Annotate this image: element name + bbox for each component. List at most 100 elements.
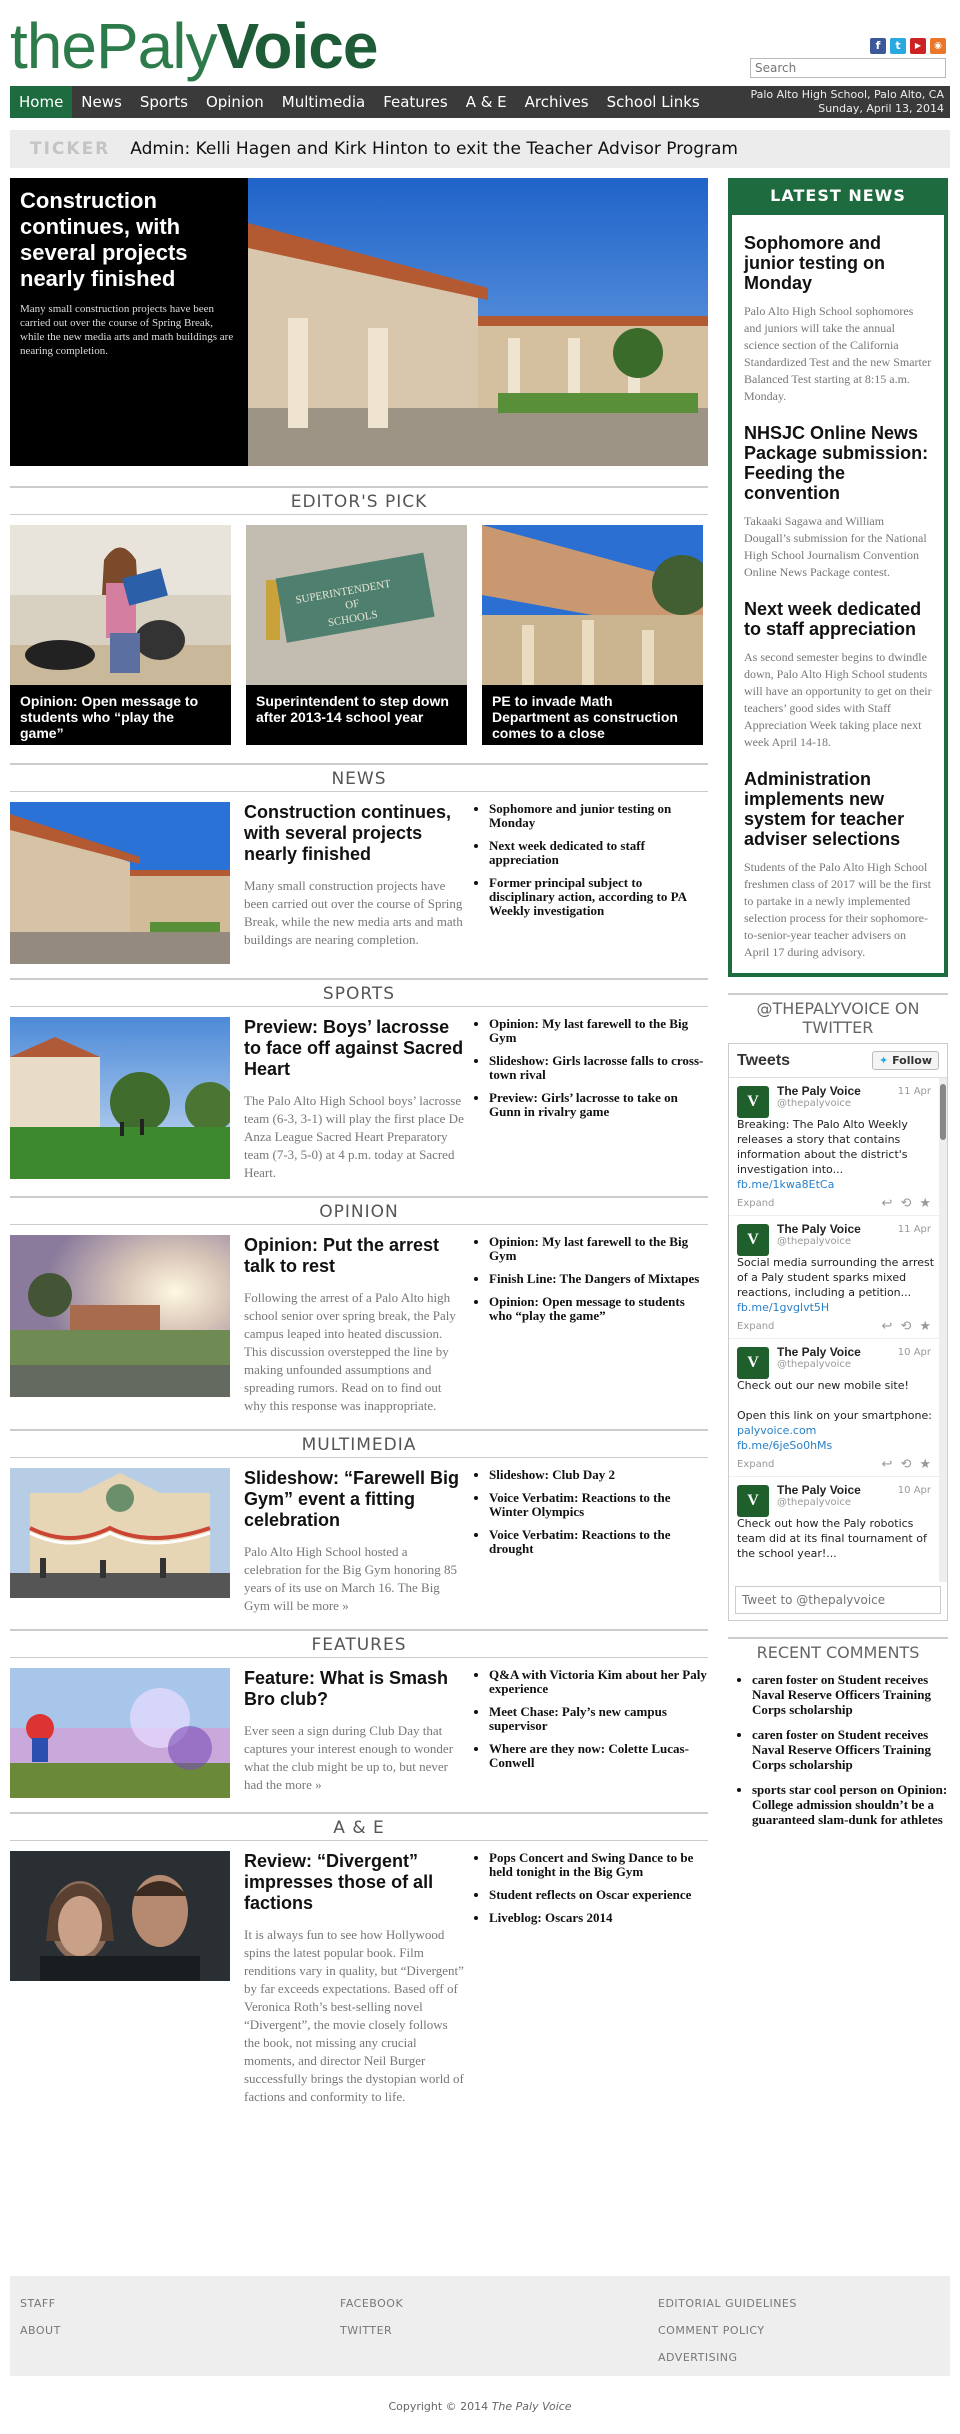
latest-news-title[interactable]: Next week dedicated to staff appreciatio… <box>744 599 932 639</box>
footer-link-about[interactable]: ABOUT <box>20 2317 61 2344</box>
list-item[interactable]: Where are they now: Colette Lucas-Conwel… <box>489 1742 708 1770</box>
list-item[interactable]: Opinion: My last farewell to the Big Gym <box>489 1235 708 1263</box>
tweet[interactable]: V The Paly Voice @thepalyvoice 10 Apr Ch… <box>729 1339 947 1477</box>
multimedia-lead-title[interactable]: Slideshow: “Farewell Big Gym” event a fi… <box>244 1468 465 1531</box>
nav-home[interactable]: Home <box>10 86 73 118</box>
tweet-date[interactable]: 11 Apr <box>898 1086 931 1097</box>
avatar[interactable]: V <box>737 1224 769 1256</box>
featured-image[interactable] <box>248 178 708 466</box>
opinion-lead-summary: Following the arrest of a Palo Alto high… <box>244 1290 456 1413</box>
nav-sports[interactable]: Sports <box>131 86 197 118</box>
youtube-icon[interactable]: ▶ <box>910 38 926 54</box>
footer-link-staff[interactable]: STAFF <box>20 2290 61 2317</box>
footer-link-comment-policy[interactable]: COMMENT POLICY <box>658 2317 797 2344</box>
tweet-handle: @thepalyvoice <box>777 1098 852 1109</box>
tweet-date[interactable]: 11 Apr <box>898 1224 931 1235</box>
opinion-lead: Opinion: Put the arrest talk to rest Fol… <box>230 1235 465 1415</box>
list-item[interactable]: Opinion: My last farewell to the Big Gym <box>489 1017 708 1045</box>
editors-pick-card[interactable]: Opinion: Open message to students who “p… <box>10 525 231 745</box>
tweet-link[interactable]: fb.me/1gvglvt5H <box>737 1301 829 1314</box>
footer-link-editorial-guidelines[interactable]: EDITORIAL GUIDELINES <box>658 2290 797 2317</box>
nav-ae[interactable]: A & E <box>457 86 516 118</box>
tweet[interactable]: V The Paly Voice @thepalyvoice 11 Apr Br… <box>729 1078 947 1216</box>
multimedia-block: Slideshow: “Farewell Big Gym” event a fi… <box>10 1468 708 1615</box>
latest-news-title[interactable]: Administration implements new system for… <box>744 769 932 849</box>
news-lead-title[interactable]: Construction continues, with several pro… <box>244 802 465 865</box>
list-item[interactable]: Voice Verbatim: Reactions to the drought <box>489 1528 708 1556</box>
recent-comments-heading: RECENT COMMENTS <box>728 1637 948 1662</box>
avatar[interactable]: V <box>737 1086 769 1118</box>
list-item[interactable]: Slideshow: Girls lacrosse falls to cross… <box>489 1054 708 1082</box>
tweet-input[interactable] <box>735 1586 941 1614</box>
tweet-date[interactable]: 10 Apr <box>898 1485 931 1496</box>
avatar[interactable]: V <box>737 1485 769 1517</box>
editors-pick-card[interactable]: SUPERINTENDENT OF SCHOOLS Superintendent… <box>246 525 467 745</box>
tweet-date[interactable]: 10 Apr <box>898 1347 931 1358</box>
site-logo[interactable]: thePalyVoice <box>10 6 378 86</box>
list-item[interactable]: Meet Chase: Paly’s new campus supervisor <box>489 1705 708 1733</box>
features-lead-title[interactable]: Feature: What is Smash Bro club? <box>244 1668 465 1710</box>
features-lead-image[interactable] <box>10 1668 230 1798</box>
nav-opinion[interactable]: Opinion <box>197 86 273 118</box>
list-item[interactable]: Preview: Girls’ lacrosse to take on Gunn… <box>489 1091 708 1119</box>
multimedia-lead-image[interactable] <box>10 1468 230 1598</box>
editors-pick-card[interactable]: PE to invade Math Department as construc… <box>482 525 703 745</box>
list-item[interactable]: Student reflects on Oscar experience <box>489 1888 708 1902</box>
ae-lead-image[interactable] <box>10 1851 230 1981</box>
list-item[interactable]: caren foster on Student receives Naval R… <box>752 1672 948 1717</box>
reply-retweet-favorite-icons[interactable]: ↩⟲★ <box>882 1457 939 1472</box>
reply-retweet-favorite-icons[interactable]: ↩⟲★ <box>882 1196 939 1211</box>
sports-lead-title[interactable]: Preview: Boys’ lacrosse to face off agai… <box>244 1017 465 1080</box>
tweet[interactable]: V The Paly Voice @thepalyvoice 10 Apr Ch… <box>729 1477 947 1565</box>
list-item[interactable]: Q&A with Victoria Kim about her Paly exp… <box>489 1668 708 1696</box>
latest-news-summary: Students of the Palo Alto High School fr… <box>744 860 931 959</box>
list-item[interactable]: Liveblog: Oscars 2014 <box>489 1911 708 1925</box>
list-item[interactable]: Next week dedicated to staff appreciatio… <box>489 839 708 867</box>
expand-link[interactable]: Expand <box>737 1321 774 1332</box>
featured-title[interactable]: Construction continues, with several pro… <box>20 188 238 292</box>
search-input[interactable] <box>750 58 946 78</box>
sports-lead-image[interactable] <box>10 1017 230 1179</box>
nav-features[interactable]: Features <box>374 86 457 118</box>
opinion-lead-title[interactable]: Opinion: Put the arrest talk to rest <box>244 1235 465 1277</box>
list-item[interactable]: Former principal subject to disciplinary… <box>489 876 708 918</box>
footer-link-advertising[interactable]: ADVERTISING <box>658 2344 797 2371</box>
nav-school-links[interactable]: School Links <box>598 86 709 118</box>
nav-archives[interactable]: Archives <box>516 86 598 118</box>
news-lead-image[interactable] <box>10 802 230 964</box>
twitter-scrollbar[interactable] <box>939 1078 947 1582</box>
opinion-block: Opinion: Put the arrest talk to rest Fol… <box>10 1235 708 1415</box>
twitter-scrollbar-thumb[interactable] <box>940 1084 946 1140</box>
ae-lead-title[interactable]: Review: “Divergent” impresses those of a… <box>244 1851 465 1914</box>
opinion-lead-image[interactable] <box>10 1235 230 1397</box>
list-item[interactable]: Opinion: Open message to students who “p… <box>489 1295 708 1323</box>
expand-link[interactable]: Expand <box>737 1459 774 1470</box>
tweet-link[interactable]: fb.me/6jeSo0hMs <box>737 1439 832 1452</box>
list-item[interactable]: Pops Concert and Swing Dance to be held … <box>489 1851 708 1879</box>
tweet-link[interactable]: palyvoice.com <box>737 1424 816 1437</box>
facebook-icon[interactable]: f <box>870 38 886 54</box>
featured-story[interactable]: Construction continues, with several pro… <box>10 178 708 466</box>
rss-icon[interactable]: ◉ <box>930 38 946 54</box>
reply-retweet-favorite-icons[interactable]: ↩⟲★ <box>882 1319 939 1334</box>
latest-news-title[interactable]: NHSJC Online News Package submission: Fe… <box>744 423 932 503</box>
avatar[interactable]: V <box>737 1347 769 1379</box>
list-item[interactable]: caren foster on Student receives Naval R… <box>752 1727 948 1772</box>
footer-link-facebook[interactable]: FACEBOOK <box>340 2290 403 2317</box>
nav-news[interactable]: News <box>72 86 131 118</box>
expand-link[interactable]: Expand <box>737 1198 774 1209</box>
tweet[interactable]: V The Paly Voice @thepalyvoice 11 Apr So… <box>729 1216 947 1339</box>
list-item[interactable]: Slideshow: Club Day 2 <box>489 1468 708 1482</box>
follow-button[interactable]: ✦ Follow <box>872 1051 939 1070</box>
list-item[interactable]: Finish Line: The Dangers of Mixtapes <box>489 1272 708 1286</box>
nav-multimedia[interactable]: Multimedia <box>273 86 374 118</box>
tweet-link[interactable]: fb.me/1kwa8EtCa <box>737 1178 834 1191</box>
list-item[interactable]: Voice Verbatim: Reactions to the Winter … <box>489 1491 708 1519</box>
list-item[interactable]: sports star cool person on Opinion: Coll… <box>752 1782 948 1827</box>
ticker-headline[interactable]: Admin: Kelli Hagen and Kirk Hinton to ex… <box>130 139 738 159</box>
latest-news-title[interactable]: Sophomore and junior testing on Monday <box>744 233 932 293</box>
list-item[interactable]: Sophomore and junior testing on Monday <box>489 802 708 830</box>
footer-link-twitter[interactable]: TWITTER <box>340 2317 403 2344</box>
features-block: Feature: What is Smash Bro club? Ever se… <box>10 1668 708 1798</box>
twitter-icon[interactable]: t <box>890 38 906 54</box>
